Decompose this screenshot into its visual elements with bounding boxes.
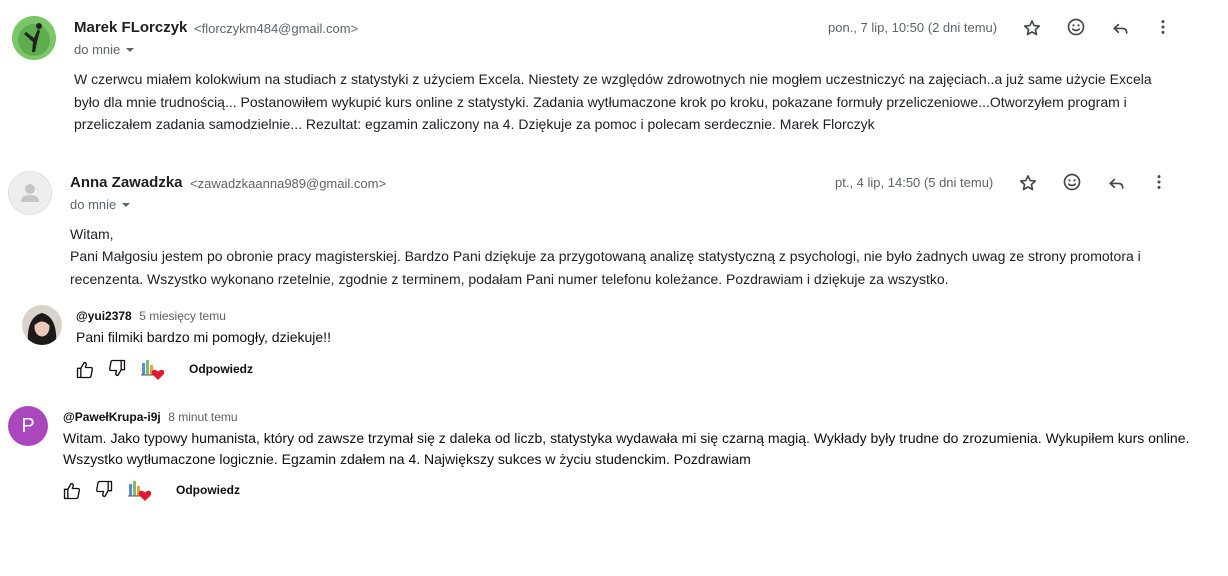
vertical-dots-icon bbox=[1161, 20, 1165, 34]
default-person-icon bbox=[21, 184, 39, 202]
reply-button[interactable] bbox=[1102, 169, 1130, 197]
dislike-button[interactable] bbox=[92, 477, 116, 501]
comment-header: @PawełKrupa-i9j 8 minut temu bbox=[63, 408, 238, 426]
more-options-button[interactable] bbox=[1149, 13, 1177, 41]
reply-button[interactable]: Odpowiedz bbox=[189, 362, 253, 376]
sender-name[interactable]: Anna Zawadzka bbox=[70, 174, 183, 191]
star-button[interactable] bbox=[1018, 14, 1046, 42]
comment-text: Pani filmiki bardzo mi pomogły, dziekuje… bbox=[76, 329, 331, 345]
comment-time[interactable]: 5 miesięcy temu bbox=[139, 309, 226, 323]
reply-button[interactable] bbox=[1106, 14, 1134, 42]
like-button[interactable] bbox=[73, 358, 97, 382]
profile-photo-icon bbox=[22, 305, 62, 345]
vertical-dots-icon bbox=[1157, 175, 1161, 189]
recipient-dropdown[interactable]: do mnie bbox=[70, 197, 132, 212]
star-button[interactable] bbox=[1014, 169, 1042, 197]
recipient-label: do mnie bbox=[70, 197, 117, 212]
caret-down-icon bbox=[122, 202, 131, 207]
creator-heart-badge bbox=[127, 478, 151, 502]
comment-header: @yui2378 5 miesięcy temu bbox=[76, 307, 226, 325]
reply-arrow-icon bbox=[1113, 23, 1128, 34]
thumbs-up-icon bbox=[76, 361, 93, 379]
star-icon bbox=[1019, 175, 1037, 191]
email-body: W czerwcu miałem kolokwium na studiach z… bbox=[74, 71, 1152, 132]
comment-author[interactable]: @yui2378 bbox=[76, 309, 132, 323]
creator-heart-badge bbox=[140, 357, 164, 381]
email-body: Pani Małgosiu jestem po obronie pracy ma… bbox=[70, 248, 1141, 287]
commenter-avatar bbox=[22, 305, 62, 345]
creator-heart-icon bbox=[128, 481, 151, 501]
avatar-letter: P bbox=[21, 414, 35, 437]
comment-author[interactable]: @PawełKrupa-i9j bbox=[63, 410, 161, 424]
email-date: pon., 7 lip, 10:50 (2 dni temu) bbox=[828, 20, 998, 35]
like-button[interactable] bbox=[60, 479, 84, 503]
thumbs-up-icon bbox=[63, 482, 80, 500]
sender-avatar bbox=[12, 16, 56, 60]
caret-down-icon bbox=[126, 47, 135, 52]
sender-avatar bbox=[8, 171, 52, 215]
martial-arts-silhouette-icon bbox=[12, 16, 56, 60]
sender-name[interactable]: Marek FLorczyk bbox=[74, 19, 187, 36]
recipient-label: do mnie bbox=[74, 42, 121, 57]
smiley-icon bbox=[1067, 18, 1085, 36]
thumbs-down-icon bbox=[109, 359, 126, 377]
email-greeting: Witam, bbox=[70, 226, 114, 242]
reply-arrow-icon bbox=[1109, 178, 1124, 189]
sender-email: <zawadzkaanna989@gmail.com> bbox=[190, 176, 387, 191]
smiley-icon bbox=[1063, 173, 1081, 191]
emoji-react-button[interactable] bbox=[1058, 168, 1086, 196]
sender-email: <florczykm484@gmail.com> bbox=[194, 21, 359, 36]
thumbs-down-icon bbox=[96, 480, 113, 498]
reply-button[interactable]: Odpowiedz bbox=[176, 483, 240, 497]
comment-time[interactable]: 8 minut temu bbox=[168, 410, 237, 424]
star-icon bbox=[1023, 20, 1041, 36]
comment-text: Witam. Jako typowy humanista, który od z… bbox=[63, 430, 1190, 467]
recipient-dropdown[interactable]: do mnie bbox=[74, 42, 136, 57]
emoji-react-button[interactable] bbox=[1062, 13, 1090, 41]
email-date: pt., 4 lip, 14:50 (5 dni temu) bbox=[835, 175, 994, 190]
dislike-button[interactable] bbox=[105, 356, 129, 380]
more-options-button[interactable] bbox=[1145, 168, 1173, 196]
creator-heart-icon bbox=[141, 360, 164, 380]
commenter-avatar: P bbox=[8, 406, 48, 446]
